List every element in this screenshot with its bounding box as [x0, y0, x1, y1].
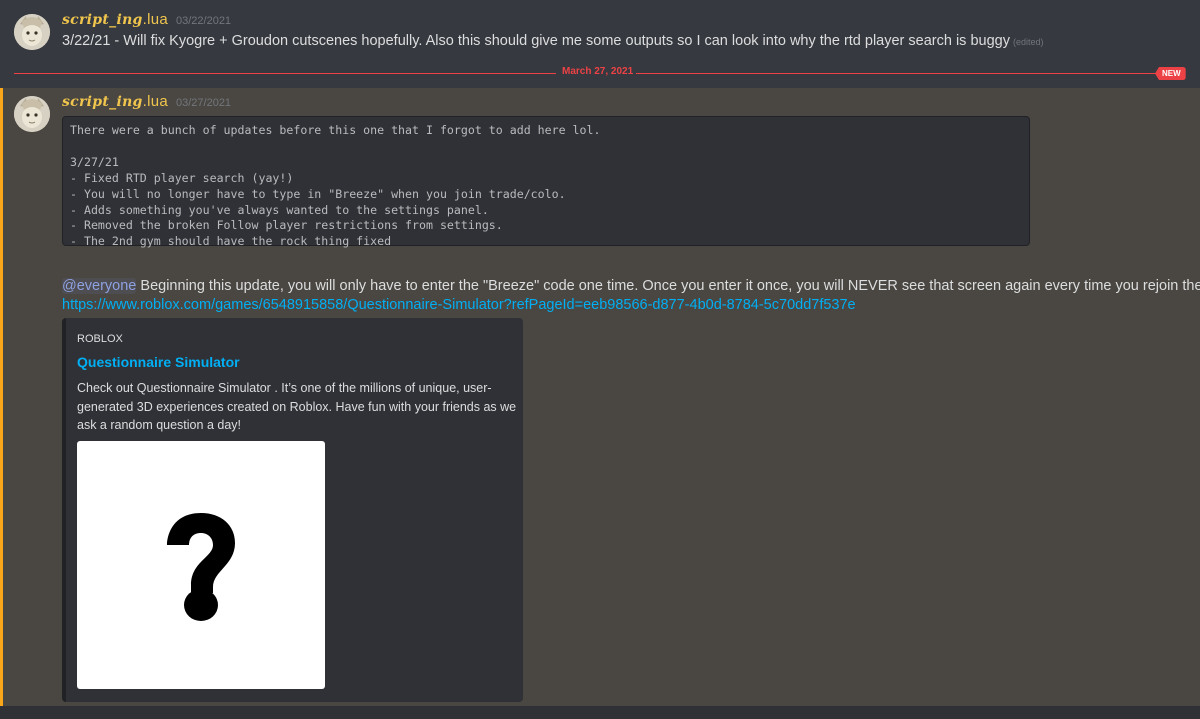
link-embed: ROBLOX Questionnaire Simulator Check out…	[62, 318, 523, 702]
username-name: script_ing	[62, 12, 143, 28]
avatar[interactable]	[14, 96, 50, 132]
embed-provider: ROBLOX	[77, 333, 123, 345]
mention-highlight-bar	[0, 88, 3, 706]
question-mark-icon	[167, 513, 235, 621]
embed-thumbnail[interactable]	[77, 441, 325, 689]
code-block: There were a bunch of updates before thi…	[62, 116, 1030, 248]
edited-label: (edited)	[1012, 37, 1044, 47]
message-item: script_ing.lua 03/22/2021 3/22/21 - Will…	[0, 0, 1200, 62]
message-content: 3/22/21 - Will fix Kyogre + Groudon cuts…	[62, 33, 1010, 49]
username-name: script_ing	[62, 94, 143, 110]
username-ext: .lua	[142, 11, 169, 28]
divider-line-right	[636, 73, 1172, 74]
new-messages-divider: March 27, 2021 NEW	[14, 66, 1186, 80]
new-badge: NEW	[1155, 67, 1186, 80]
avatar[interactable]	[14, 14, 50, 50]
message-content: Beginning this update, you will only hav…	[136, 278, 1200, 294]
bottom-bar	[0, 706, 1200, 719]
username[interactable]: script_ing.lua	[62, 93, 168, 110]
timestamp: 03/22/2021	[176, 15, 232, 27]
message-text: @everyone Beginning this update, you wil…	[62, 278, 1200, 294]
username[interactable]: script_ing.lua	[62, 11, 168, 28]
timestamp: 03/27/2021	[176, 97, 232, 109]
chat-pane: script_ing.lua 03/22/2021 3/22/21 - Will…	[0, 0, 1200, 719]
roblox-game-link[interactable]: https://www.roblox.com/games/6548915858/…	[62, 297, 856, 313]
embed-description: Check out Questionnaire Simulator . It’s…	[77, 381, 517, 432]
divider-line-left	[14, 73, 556, 74]
message-item-mentioned: script_ing.lua 03/27/2021 There were a b…	[0, 88, 1200, 706]
username-ext: .lua	[142, 93, 169, 110]
message-text: 3/22/21 - Will fix Kyogre + Groudon cuts…	[62, 33, 1043, 49]
divider-date: March 27, 2021	[562, 66, 634, 77]
everyone-mention[interactable]: @everyone	[62, 278, 137, 294]
embed-title-link[interactable]: Questionnaire Simulator	[77, 354, 240, 370]
